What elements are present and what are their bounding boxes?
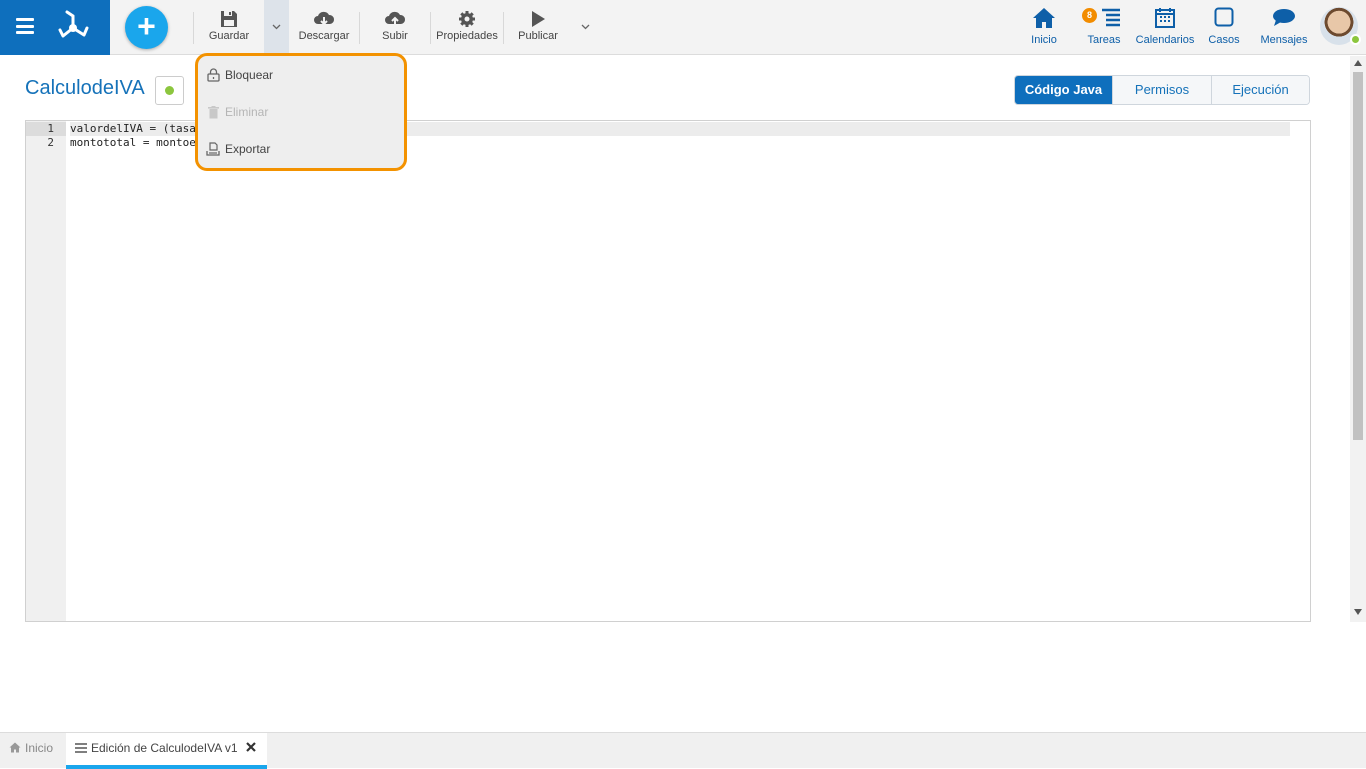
cases-icon <box>1206 0 1242 34</box>
trash-icon <box>205 105 221 119</box>
bottom-tab-label: Inicio <box>25 741 54 755</box>
nav-tareas[interactable]: 8 Tareas <box>1082 0 1126 55</box>
toolbar-separator <box>503 12 504 44</box>
line-number: 2 <box>47 136 54 149</box>
nav-calendarios[interactable]: Calendarios <box>1134 0 1196 55</box>
properties-label: Propiedades <box>436 30 498 42</box>
status-indicator[interactable] <box>155 76 184 105</box>
properties-button[interactable]: Propiedades <box>434 0 500 55</box>
menu-item-bloquear[interactable]: Bloquear <box>205 64 273 86</box>
page-title: CalculodeIVA <box>25 77 145 99</box>
menu-item-exportar[interactable]: Exportar <box>205 138 270 160</box>
download-label: Descargar <box>298 30 350 42</box>
cloud-download-icon <box>296 0 352 30</box>
top-toolbar: + Guardar Descargar Subir Propiedades Pu… <box>0 0 1366 55</box>
close-icon[interactable] <box>246 733 256 763</box>
status-dot <box>165 86 174 95</box>
calendar-icon <box>1134 0 1196 34</box>
toolbar-separator <box>359 12 360 44</box>
chevron-down-icon <box>272 24 281 30</box>
gear-icon <box>434 0 500 30</box>
nav-calendarios-label: Calendarios <box>1135 34 1195 46</box>
save-button[interactable]: Guardar <box>206 0 252 55</box>
add-button[interactable]: + <box>125 6 168 49</box>
bottom-tab-bar: Inicio Edición de CalculodeIVA v1 <box>0 732 1366 769</box>
plus-icon: + <box>137 8 156 44</box>
cloud-upload-icon <box>374 0 416 30</box>
more-options-dropdown: Bloquear Eliminar Exportar <box>195 53 407 171</box>
nav-casos-label: Casos <box>1208 34 1240 46</box>
vertical-scrollbar[interactable] <box>1350 56 1366 622</box>
menu-item-eliminar: Eliminar <box>205 101 268 123</box>
online-status-dot <box>1350 34 1361 45</box>
tasks-badge: 8 <box>1082 8 1097 23</box>
brand-area <box>0 0 110 55</box>
save-label: Guardar <box>208 30 250 42</box>
more-options-toggle[interactable] <box>264 0 289 55</box>
chat-icon <box>1259 0 1309 34</box>
export-icon <box>205 142 221 156</box>
menu-icon[interactable] <box>16 18 34 34</box>
upload-label: Subir <box>382 30 408 42</box>
save-icon <box>206 0 252 30</box>
code-editor[interactable]: 1 2 valordelIVA = (tasa montototal = mon… <box>25 120 1311 622</box>
nav-tareas-label: Tareas <box>1087 34 1121 46</box>
home-icon <box>1026 0 1062 34</box>
menu-item-label: Eliminar <box>225 105 269 119</box>
toolbar-separator <box>193 12 194 44</box>
nav-casos[interactable]: Casos <box>1206 0 1242 55</box>
nav-inicio-label: Inicio <box>1031 34 1057 46</box>
editor-icon <box>75 734 87 764</box>
menu-item-label: Exportar <box>225 142 271 156</box>
scroll-down-icon[interactable] <box>1354 609 1362 615</box>
tab-ejecucion[interactable]: Ejecución <box>1211 76 1309 104</box>
bottom-tab-edicion[interactable]: Edición de CalculodeIVA v1 <box>66 733 267 769</box>
chevron-down-icon[interactable] <box>581 24 590 30</box>
logo-icon[interactable] <box>56 8 90 42</box>
home-icon <box>9 734 21 764</box>
play-icon <box>515 0 561 30</box>
nav-mensajes[interactable]: Mensajes <box>1259 0 1309 55</box>
publish-label: Publicar <box>518 30 558 42</box>
tab-permisos[interactable]: Permisos <box>1112 76 1211 104</box>
nav-inicio[interactable]: Inicio <box>1026 0 1062 55</box>
toolbar-separator <box>430 12 431 44</box>
nav-mensajes-label: Mensajes <box>1260 34 1308 46</box>
upload-button[interactable]: Subir <box>374 0 416 55</box>
view-tabs: Código Java Permisos Ejecución <box>1014 75 1310 105</box>
line-number: 1 <box>26 122 66 136</box>
scroll-up-icon[interactable] <box>1354 60 1362 66</box>
bottom-tab-label: Edición de CalculodeIVA v1 <box>91 741 238 755</box>
lock-icon <box>205 68 221 82</box>
menu-item-label: Bloquear <box>225 68 274 82</box>
publish-button[interactable]: Publicar <box>515 0 561 55</box>
bottom-tab-inicio[interactable]: Inicio <box>9 733 65 769</box>
scroll-thumb[interactable] <box>1353 72 1363 440</box>
tab-codigo-java[interactable]: Código Java <box>1015 76 1112 104</box>
line-gutter: 1 2 <box>26 121 66 621</box>
download-button[interactable]: Descargar <box>296 0 352 55</box>
